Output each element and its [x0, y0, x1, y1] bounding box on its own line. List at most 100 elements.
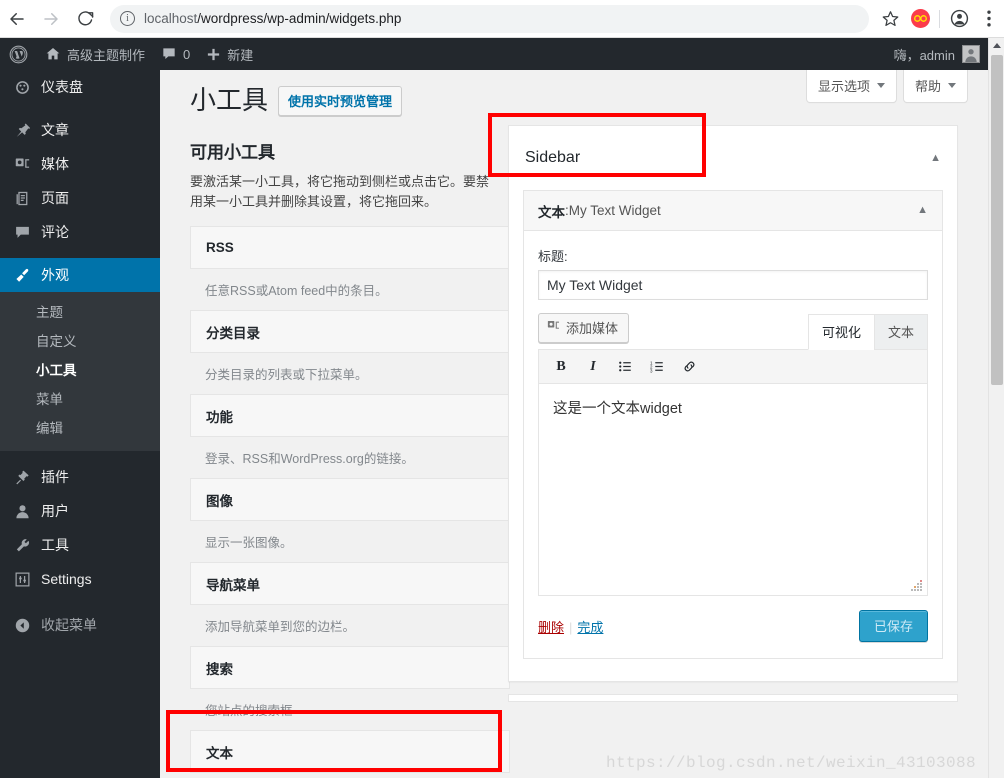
bullet-list-icon[interactable] — [612, 354, 638, 380]
widget-card-nav-menu[interactable]: 导航菜单 — [190, 562, 510, 605]
toolbar-divider — [939, 9, 940, 28]
sidebar-item-appearance[interactable]: 外观 — [0, 258, 168, 292]
comments-menu[interactable]: 0 — [153, 38, 198, 70]
plugin-icon — [12, 469, 32, 486]
dashboard-icon — [12, 79, 32, 96]
collapse-menu-button[interactable]: 收起菜单 — [0, 608, 160, 642]
delete-widget-link[interactable]: 删除 — [538, 620, 564, 635]
profile-avatar-icon[interactable] — [944, 4, 974, 34]
site-info-icon[interactable]: i — [120, 11, 135, 26]
widget-card-categories[interactable]: 分类目录 — [190, 310, 510, 353]
screen-options-button[interactable]: 显示选项 — [805, 70, 897, 103]
sidebars-column: Sidebar ▲ 文本: My Text Widget ▲ 标题: My Te… — [508, 125, 958, 702]
sidebar-item-label: 外观 — [41, 267, 69, 283]
save-widget-button[interactable]: 已保存 — [858, 610, 928, 642]
sidebar-item-label: 文章 — [41, 122, 69, 138]
resize-handle-icon[interactable] — [911, 579, 923, 591]
link-icon[interactable] — [676, 354, 702, 380]
sidebar-item-users[interactable]: 用户 — [0, 494, 160, 528]
available-widget: 导航菜单 添加导航菜单到您的边栏。 — [190, 562, 510, 646]
extension-icon[interactable] — [905, 4, 935, 34]
submenu-item-themes[interactable]: 主题 — [0, 298, 160, 327]
sidebar-item-posts[interactable]: 文章 — [0, 113, 160, 147]
widget-description: 您站点的搜索框 — [205, 704, 293, 718]
widget-header[interactable]: 文本: My Text Widget ▲ — [524, 191, 942, 231]
widget-description: 显示一张图像。 — [205, 536, 293, 550]
sidebar-item-dashboard[interactable]: 仪表盘 — [0, 70, 160, 104]
chevron-up-icon[interactable]: ▲ — [917, 205, 928, 216]
widget-content-text: 这是一个文本widget — [553, 401, 682, 417]
sidebar-item-label: Settings — [41, 571, 92, 587]
widget-card-text[interactable]: 文本 — [190, 730, 510, 773]
tab-text[interactable]: 文本 — [873, 314, 928, 350]
page-icon — [12, 190, 32, 207]
reload-button[interactable] — [68, 2, 102, 36]
available-widget: 分类目录 分类目录的列表或下拉菜单。 — [190, 310, 510, 394]
page-scrollbar[interactable] — [988, 38, 1004, 778]
available-widgets-description: 要激活某一小工具，将它拖动到侧栏或点击它。要禁用某一小工具并删除其设置，将它拖回… — [190, 174, 490, 209]
sidebar-item-label: 插件 — [41, 469, 69, 485]
editor-tabs: 可视化 文本 — [807, 313, 928, 350]
widget-text-instance: 文本: My Text Widget ▲ 标题: 添加媒体 — [523, 190, 943, 659]
sidebar-item-settings[interactable]: Settings — [0, 562, 160, 596]
new-content-menu[interactable]: 新建 — [198, 38, 261, 70]
widget-card-search[interactable]: 搜索 — [190, 646, 510, 689]
submenu-item-widgets[interactable]: 小工具 — [0, 356, 160, 385]
address-bar[interactable]: i localhost/wordpress/wp-admin/widgets.p… — [110, 4, 869, 33]
inactive-widgets-panel — [508, 694, 958, 702]
help-label: 帮助 — [914, 79, 941, 94]
user-icon — [12, 503, 32, 520]
wordpress-logo-icon — [9, 45, 28, 63]
add-media-button[interactable]: 添加媒体 — [538, 313, 630, 343]
scrollbar-thumb[interactable] — [991, 55, 1003, 385]
my-account-menu[interactable]: 嗨，admin — [894, 45, 988, 64]
comment-bubble-icon — [163, 48, 175, 59]
widget-card-rss[interactable]: RSS — [190, 226, 510, 269]
sidebar-item-comments[interactable]: 评论 — [0, 215, 160, 249]
sidebar-item-plugins[interactable]: 插件 — [0, 460, 160, 494]
submenu-item-customize[interactable]: 自定义 — [0, 327, 160, 356]
widget-description: 分类目录的列表或下拉菜单。 — [205, 368, 368, 382]
sidebar-item-tools[interactable]: 工具 — [0, 528, 160, 562]
editor-toolbar: B I 123 — [538, 350, 928, 384]
bookmark-star-icon[interactable] — [875, 4, 905, 34]
scroll-up-arrow-icon[interactable] — [992, 43, 1001, 48]
available-widget: 图像 显示一张图像。 — [190, 478, 510, 562]
forward-button[interactable] — [34, 2, 68, 36]
sidebar-item-label: 评论 — [41, 224, 69, 240]
submenu-item-menus[interactable]: 菜单 — [0, 385, 160, 414]
manage-with-live-preview-button[interactable]: 使用实时预览管理 — [278, 85, 403, 116]
sidebar-item-label: 仪表盘 — [41, 79, 83, 95]
media-icon — [547, 319, 561, 336]
wp-logo-menu[interactable] — [0, 38, 37, 70]
page-title: 小工具 — [190, 85, 269, 115]
submenu-item-editor[interactable]: 编辑 — [0, 414, 160, 443]
back-button[interactable] — [0, 2, 34, 36]
sidebar-item-pages[interactable]: 页面 — [0, 181, 160, 215]
appearance-brush-icon — [12, 267, 32, 284]
widget-title-input[interactable] — [538, 270, 928, 300]
tab-visual[interactable]: 可视化 — [807, 314, 875, 350]
available-widgets-column: 可用小工具 要激活某一小工具，将它拖动到侧栏或点击它。要禁用某一小工具并删除其设… — [190, 138, 510, 773]
site-name-label: 高级主题制作 — [67, 47, 146, 63]
chrome-menu-icon[interactable] — [974, 4, 1004, 34]
widget-content-editor[interactable]: 这是一个文本widget — [538, 384, 928, 596]
sidebar-item-label: 媒体 — [41, 156, 69, 172]
sidebar-item-media[interactable]: 媒体 — [0, 147, 160, 181]
menu-separator — [0, 104, 160, 113]
italic-icon[interactable]: I — [580, 354, 606, 380]
watermark: https://blog.csdn.net/weixin_43103088 — [605, 754, 976, 772]
sidebar-panel-header[interactable]: Sidebar ▲ — [509, 126, 957, 190]
site-name-menu[interactable]: 高级主题制作 — [37, 38, 153, 70]
help-button[interactable]: 帮助 — [902, 70, 968, 103]
bold-icon[interactable]: B — [548, 354, 574, 380]
wp-admin-bar: 高级主题制作 0 新建 嗨，admin — [0, 38, 988, 70]
chevron-up-icon[interactable]: ▲ — [930, 152, 941, 164]
page-title-row: 小工具 使用实时预览管理 — [190, 85, 403, 116]
sidebar-item-label: 用户 — [41, 503, 69, 519]
numbered-list-icon[interactable]: 123 — [644, 354, 670, 380]
widget-card-meta[interactable]: 功能 — [190, 394, 510, 437]
widget-card-image[interactable]: 图像 — [190, 478, 510, 521]
appearance-submenu: 主题 自定义 小工具 菜单 编辑 — [0, 292, 160, 451]
done-link[interactable]: 完成 — [577, 620, 603, 635]
